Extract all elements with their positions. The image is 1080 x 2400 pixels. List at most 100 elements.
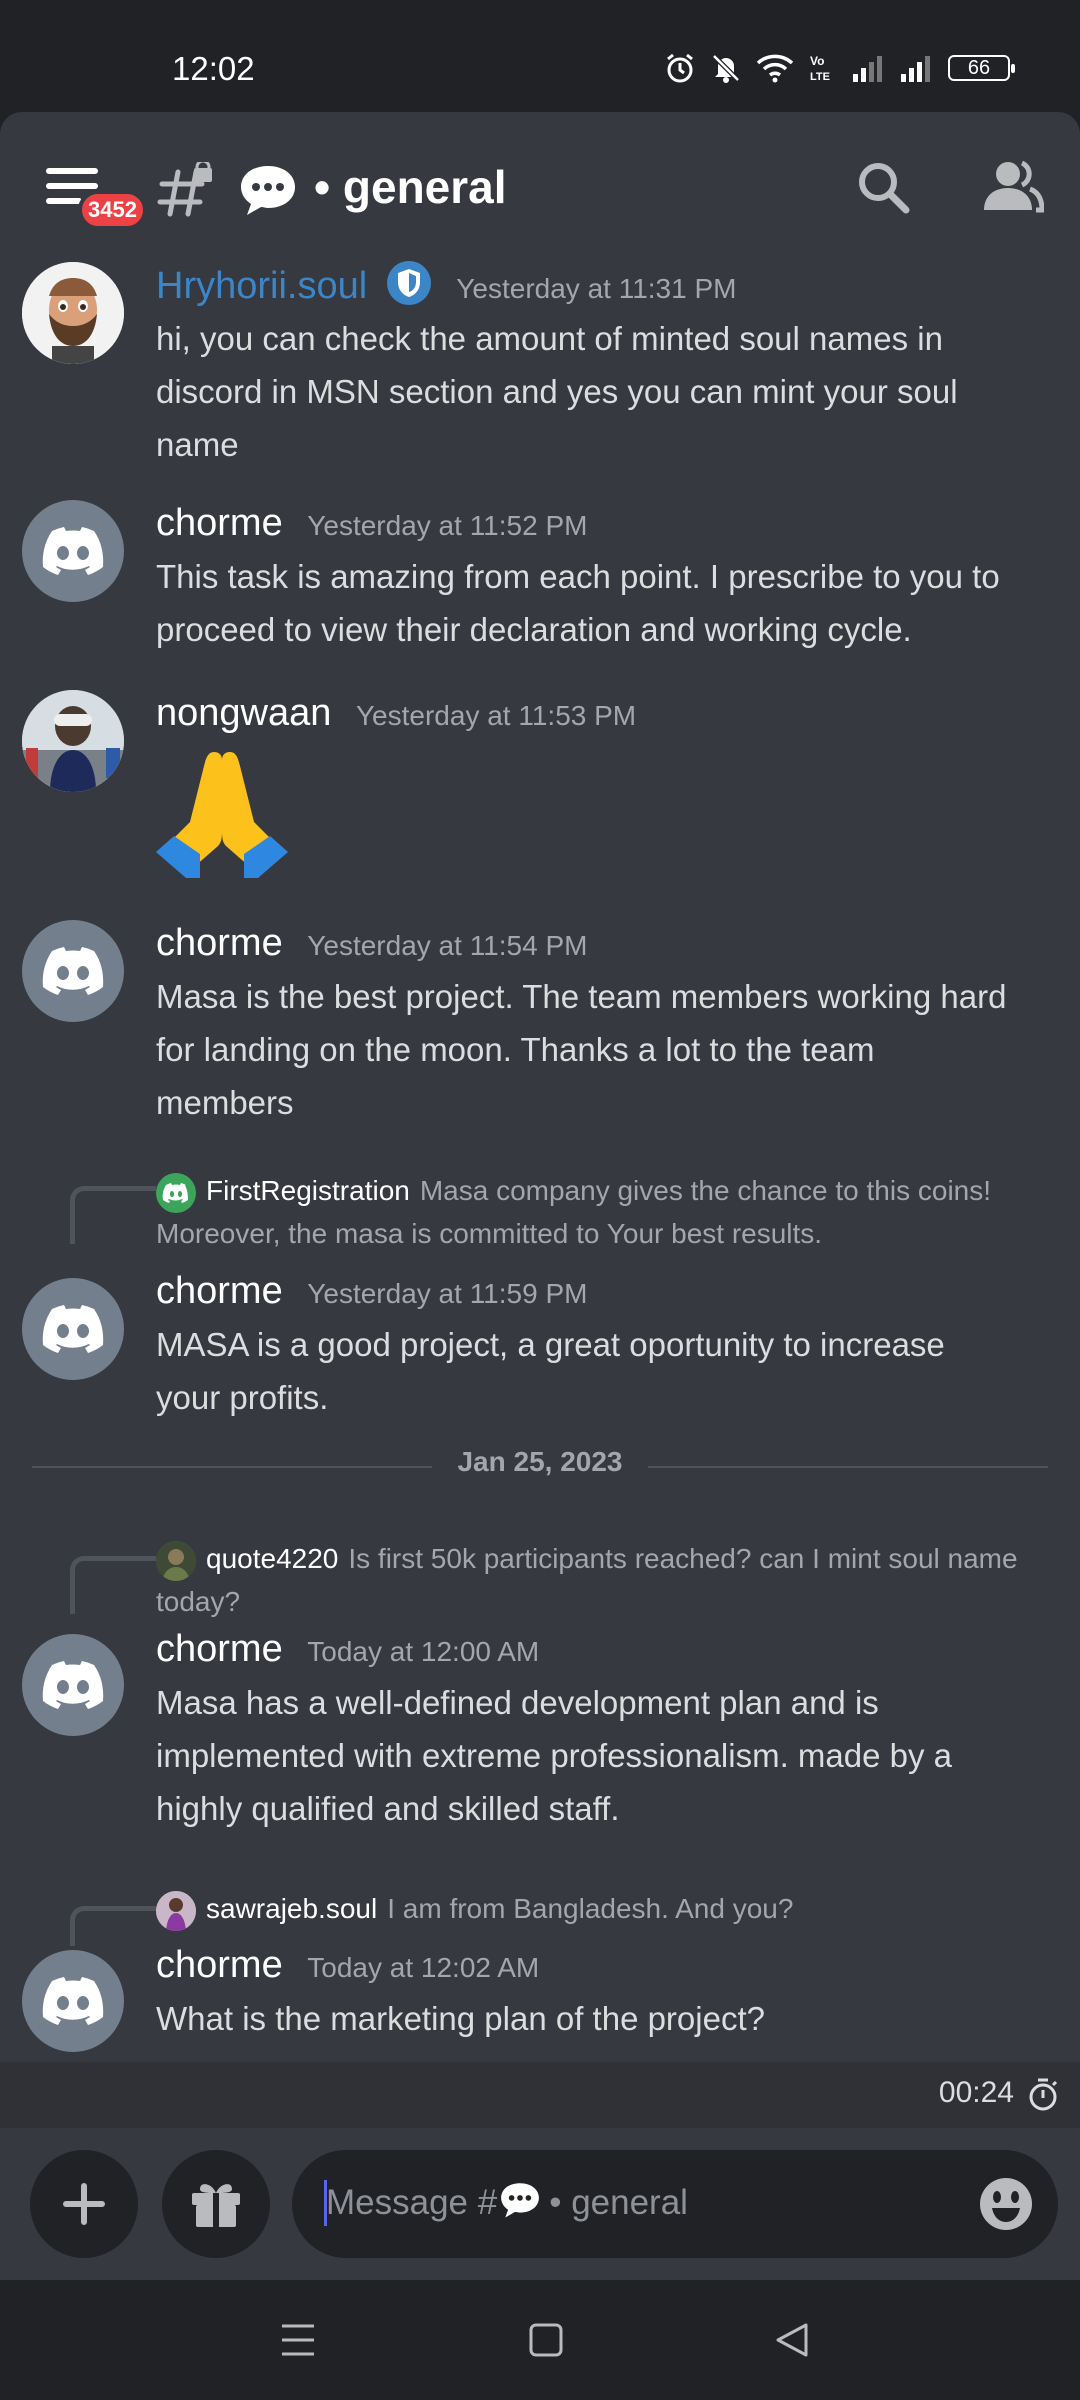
message-line: proceed to view their declaration and wo… [156,611,912,648]
add-attachment-button[interactable] [30,2150,138,2258]
reply-author: FirstRegistration [206,1175,410,1206]
timer-text: 00:24 [938,2076,1014,2109]
battery-indicator: 66 [948,55,1015,81]
speech-balloon-icon [499,2180,541,2229]
avatar[interactable] [22,1634,124,1736]
date-divider-label: Jan 25, 2023 [457,1446,623,1477]
message-input[interactable]: Message # • general [292,2150,1058,2258]
timestamp: Today at 12:02 AM [307,1952,540,1983]
timestamp: Yesterday at 11:52 PM [307,510,588,541]
channel-header: 3452 • general [0,112,1080,260]
volte-icon: Vo LTE [810,54,830,83]
message-header: chorme Yesterday at 11:59 PM [156,1270,587,1313]
reply-preview[interactable]: quote4220 Is first 50k participants reach… [156,1538,1066,1622]
alarm-icon [667,53,693,83]
timestamp: Yesterday at 11:59 PM [307,1278,588,1309]
members-icon [984,160,1045,213]
recent-apps-button[interactable] [280,2322,316,2362]
discord-logo-icon [42,527,104,575]
stopwatch-icon [1028,2078,1058,2116]
timestamp: Yesterday at 11:31 PM [456,273,737,305]
message-line: hi, you can check the amount of minted s… [156,320,943,357]
avatar[interactable] [22,262,124,364]
discord-logo-icon [42,1977,104,2025]
reply-connector [70,1556,156,1614]
message-line: discord in MSN section and yes you can m… [156,373,958,410]
emoji-button[interactable] [978,2176,1034,2236]
message-body: Masa has a well-defined development plan… [156,1676,1056,1835]
reply-preview[interactable]: sawrajeb.soul I am from Bangladesh. And y… [156,1888,1066,1931]
message-line: for landing on the moon. Thanks a lot to… [156,1031,875,1068]
signal-icon [853,56,882,82]
discord-logo-icon [42,1305,104,1353]
status-icons: Vo LTE 66 [664,52,1015,84]
message-line: Masa is the best project. The team membe… [156,978,1007,1015]
author-name[interactable]: chorme [156,502,283,544]
gift-icon [192,2184,240,2227]
author-name[interactable]: chorme [156,1628,283,1670]
reply-author: sawrajeb.soul [206,1893,378,1924]
message-header: chorme Today at 12:00 AM [156,1628,539,1671]
svg-text:LTE: LTE [810,71,830,83]
avatar[interactable] [22,1950,124,2052]
message-header: chorme Today at 12:02 AM [156,1944,539,1987]
reply-avatar [156,1540,196,1581]
smiley-icon [980,2178,1032,2230]
author-name[interactable]: chorme [156,1270,283,1312]
wifi-icon [756,54,794,83]
reply-avatar [156,1172,196,1213]
message-composer: Message # • general [0,2128,1080,2280]
reply-author: quote4220 [206,1543,339,1574]
search-icon [859,163,910,214]
placeholder-suffix: • general [549,2182,688,2222]
gift-button[interactable] [162,2150,270,2258]
slowmode-timer: 00:24 [0,2062,1080,2128]
avatar[interactable] [22,1278,124,1380]
author-name[interactable]: Hryhorii.soul [156,265,367,307]
members-button[interactable] [982,158,1045,218]
author-name[interactable]: chorme [156,922,283,964]
folded-hands-icon [156,744,288,882]
home-button[interactable] [528,2322,564,2362]
timestamp: Yesterday at 11:54 PM [307,930,588,961]
avatar[interactable] [22,690,124,792]
message-body: hi, you can check the amount of minted s… [156,312,1056,471]
discord-logo-icon [42,947,104,995]
message-line: name [156,426,239,463]
channel-title: • general [314,161,507,213]
message-line: Masa has a well-defined development plan… [156,1684,879,1721]
author-name[interactable]: nongwaan [156,692,331,734]
avatar[interactable] [22,920,124,1022]
message-input-placeholder: Message # • general [326,2180,688,2229]
message-line: This task is amazing from each point. I … [156,558,1000,595]
timestamp: Today at 12:00 AM [307,1636,540,1667]
message-header: chorme Yesterday at 11:52 PM [156,502,587,545]
reply-connector [70,1906,156,1946]
message-line: members [156,1084,294,1121]
svg-text:Vo: Vo [810,54,824,68]
reply-text: I am from Bangladesh. And you? [387,1893,794,1924]
message-header: chorme Yesterday at 11:54 PM [156,922,587,965]
message-line: implemented with extreme professionalism… [156,1737,953,1774]
placeholder-prefix: Message # [326,2182,498,2222]
square-icon [529,2323,563,2357]
reply-connector [70,1186,156,1244]
status-time: 12:02 [172,50,255,87]
plus-icon [63,2183,105,2225]
speech-balloon-icon [238,162,298,222]
message-list[interactable]: Hryhorii.soul Yesterday at 11:31 PM hi, … [0,260,1080,2062]
date-divider: Jan 25, 2023 [32,1446,1048,1486]
search-button[interactable] [856,160,910,218]
locked-channel-icon [156,159,216,222]
author-name[interactable]: chorme [156,1944,283,1986]
avatar[interactable] [22,500,124,602]
message-line: MASA is a good project, a great oportuni… [156,1326,945,1363]
message-header: nongwaan Yesterday at 11:53 PM [156,692,636,735]
timestamp: Yesterday at 11:53 PM [355,700,637,731]
back-button[interactable] [774,2322,810,2362]
back-triangle-icon [776,2323,808,2357]
status-bar: 12:02 Vo LTE 66 [0,0,1080,112]
reply-preview[interactable]: FirstRegistration Masa company gives the … [156,1170,1066,1254]
message-body: This task is amazing from each point. I … [156,550,1056,656]
discord-logo-icon [42,1661,104,1709]
